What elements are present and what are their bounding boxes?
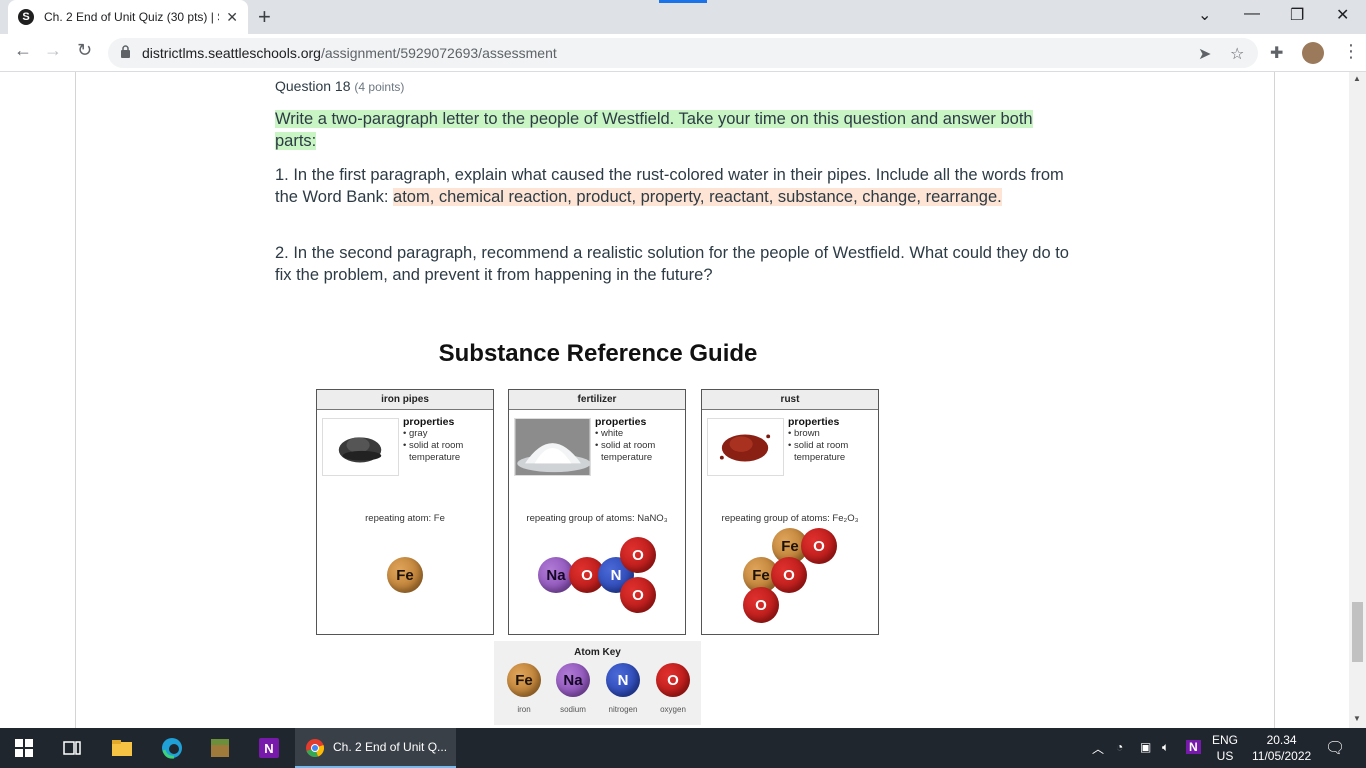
language-indicator[interactable]: ENG US [1212, 732, 1238, 764]
minimize-icon[interactable]: — [1244, 5, 1260, 23]
chrome-icon [306, 739, 325, 758]
figure-title: Substance Reference Guide [438, 340, 758, 367]
taskbar-active-label: Ch. 2 End of Unit Q... [333, 740, 448, 754]
atom-o: O [620, 577, 656, 613]
content-border-left [75, 72, 76, 728]
question-part-2: 2. In the second paragraph, recommend a … [275, 244, 1069, 284]
scroll-up-arrow-icon[interactable]: ▲ [1353, 74, 1361, 83]
tab-strip: S Ch. 2 End of Unit Quiz (30 pts) | S ✕ … [0, 0, 1366, 34]
key-label-nitrogen: nitrogen [608, 705, 638, 714]
scrollbar-thumb[interactable] [1352, 602, 1363, 662]
tab-search-icon[interactable]: ⌄ [1198, 5, 1211, 25]
atom-key: Atom Key Fe Na N O iron sodium nitrogen … [494, 641, 701, 725]
tray-chevron-icon[interactable]: ︿ [1092, 740, 1104, 757]
question-title: Question 18 [275, 78, 351, 94]
clock[interactable]: 20.34 11/05/2022 [1252, 732, 1311, 764]
page-content: Question 18 (4 points) Write a two-parag… [0, 72, 1366, 728]
volume-icon[interactable]: 🔈︎ [1162, 740, 1169, 755]
repeating-atom-label: repeating atom: Fe [365, 513, 445, 524]
scroll-down-arrow-icon[interactable]: ▼ [1353, 714, 1361, 723]
close-window-icon[interactable]: ✕ [1336, 5, 1349, 25]
onenote-icon[interactable]: N [257, 736, 281, 760]
forward-icon[interactable]: → [44, 40, 62, 61]
iron-powder-image [322, 418, 399, 476]
properties-list: properties • white • solid at room tempe… [595, 416, 656, 463]
notifications-icon[interactable]: 🗨︎ [1325, 738, 1345, 758]
url-text: districtlms.seattleschools.org/assignmen… [142, 45, 557, 61]
card-title: rust [702, 390, 878, 410]
key-atom-na: Na [556, 663, 590, 697]
browser-toolbar: ← → ↻ districtlms.seattleschools.org/ass… [0, 34, 1366, 72]
onenote-tray-icon[interactable]: N [1186, 740, 1201, 754]
question-intro: Write a two-paragraph letter to the peop… [275, 110, 1033, 150]
profile-avatar[interactable] [1302, 42, 1324, 64]
new-tab-icon[interactable]: + [258, 4, 271, 30]
question-header: Question 18 (4 points) [275, 78, 404, 94]
repeating-group-label: repeating group of atoms: NaNO₃ [526, 513, 668, 524]
atom-o: O [771, 557, 807, 593]
extensions-puzzle-icon[interactable]: ✚ [1270, 43, 1283, 63]
properties-list: properties • gray • solid at room temper… [403, 416, 464, 463]
question-points: (4 points) [354, 80, 405, 94]
key-label-oxygen: oxygen [660, 705, 686, 714]
file-explorer-icon[interactable] [110, 736, 134, 760]
lock-icon [121, 45, 130, 58]
atom-o: O [801, 528, 837, 564]
properties-list: properties • brown • solid at room tempe… [788, 416, 849, 463]
menu-kebab-icon[interactable]: ⋮ [1342, 41, 1360, 62]
edge-browser-icon[interactable] [160, 736, 184, 760]
tab-indicator [659, 0, 707, 3]
address-bar[interactable]: districtlms.seattleschools.org/assignmen… [108, 38, 1258, 68]
send-icon[interactable]: ➤ [1198, 44, 1211, 64]
tab-title: Ch. 2 End of Unit Quiz (30 pts) | S [44, 10, 219, 24]
card-title: iron pipes [317, 390, 493, 410]
atom-o: O [620, 537, 656, 573]
wifi-icon[interactable]: ◔ [1116, 740, 1123, 754]
windows-start-icon[interactable] [15, 739, 33, 757]
reload-icon[interactable]: ↻ [77, 40, 92, 61]
taskbar: N Ch. 2 End of Unit Q... ︿ ◔ ▣ 🔈︎ N ENG … [0, 728, 1366, 768]
back-icon[interactable]: ← [14, 40, 32, 61]
atom-key-title: Atom Key [574, 647, 621, 658]
task-view-icon[interactable] [60, 736, 84, 760]
card-iron-pipes: iron pipes properties • gray • solid at … [316, 389, 494, 635]
schoology-favicon-icon: S [18, 9, 34, 25]
fertilizer-image [514, 418, 591, 476]
key-atom-fe: Fe [507, 663, 541, 697]
key-label-sodium: sodium [560, 705, 586, 714]
question-part-1: 1. In the first paragraph, explain what … [275, 166, 1064, 206]
atom-fe: Fe [387, 557, 423, 593]
close-tab-icon[interactable]: ✕ [226, 9, 238, 26]
atom-o: O [743, 587, 779, 623]
key-label-iron: iron [517, 705, 531, 714]
key-atom-o: O [656, 663, 690, 697]
word-bank: atom, chemical reaction, product, proper… [393, 188, 1002, 206]
card-rust: rust properties • brown • solid at room … [701, 389, 879, 635]
repeating-group-label: repeating group of atoms: Fe₂O₃ [721, 513, 859, 524]
key-atom-n: N [606, 663, 640, 697]
card-fertilizer: fertilizer properties • white • solid at… [508, 389, 686, 635]
bookmark-star-icon[interactable]: ☆ [1230, 44, 1244, 64]
content-border-right [1274, 72, 1275, 728]
rust-powder-image [707, 418, 784, 476]
svg-text:N: N [264, 741, 273, 756]
tab-quiz[interactable]: S Ch. 2 End of Unit Quiz (30 pts) | S ✕ [8, 0, 248, 34]
minecraft-icon[interactable] [208, 736, 232, 760]
meet-now-icon[interactable]: ▣ [1140, 740, 1151, 754]
restore-icon[interactable]: ❐ [1290, 5, 1304, 25]
card-title: fertilizer [509, 390, 685, 410]
